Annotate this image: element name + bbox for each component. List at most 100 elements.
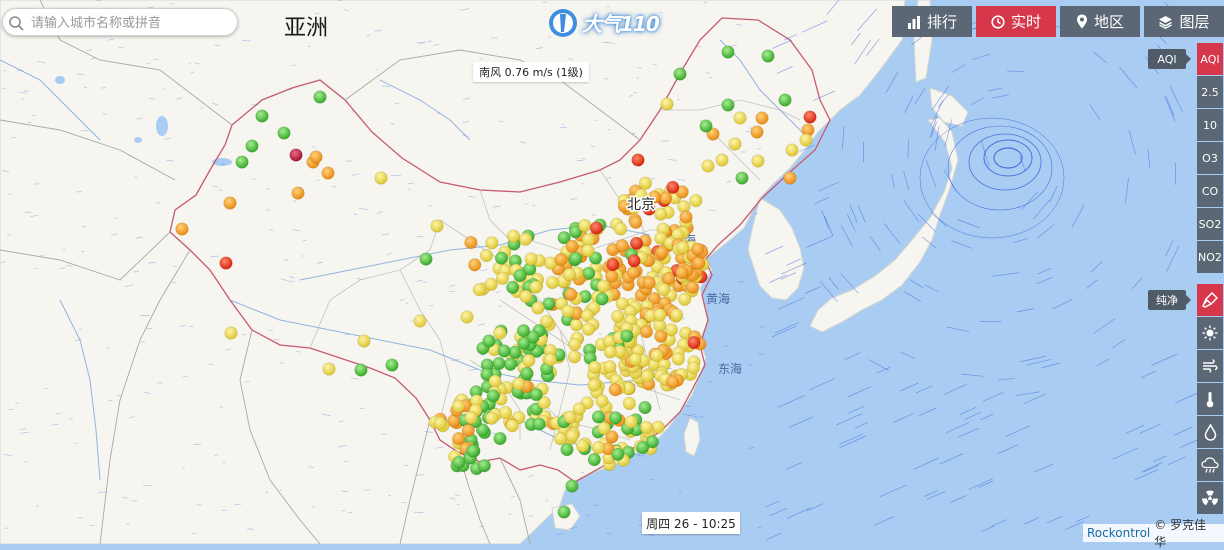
aqi-marker-good [558,506,571,519]
pollutant-pm25-button[interactable]: 2.5 [1197,76,1223,108]
aqi-marker-moderate [480,249,493,262]
aqi-marker-sensitive [751,126,764,139]
aqi-marker-unhealthy [804,111,817,124]
wind-streamline [242,41,251,42]
aqi-marker-moderate [530,281,543,294]
aqi-marker-moderate [473,283,486,296]
aqi-marker-moderate [654,309,667,322]
aqi-marker-good [621,330,634,343]
aqi-marker-good [487,390,500,403]
aqi-marker-good [636,441,649,454]
aqi-marker-sensitive [565,288,578,301]
wind-streamline [266,189,270,190]
aqi-marker-sensitive [176,223,189,236]
aqi-marker-good [533,418,546,431]
aqi-marker-sensitive [756,112,769,125]
aqi-marker-moderate [512,378,525,391]
aqi-marker-sensitive [627,266,640,279]
aqi-marker-moderate [639,177,652,190]
aqi-marker-moderate [625,416,638,429]
pollutant-pm10-button[interactable]: 10 [1197,109,1223,141]
logo-text: 大气110 [582,8,659,37]
layers-icon [1158,15,1173,29]
nav-ranking-label: 排行 [927,11,957,32]
layer-precipitation-button[interactable] [1197,449,1223,481]
layer-temperature-button[interactable] [1197,383,1223,415]
aqi-marker-good [612,448,625,461]
aqi-marker-moderate [582,323,595,336]
aqi-marker-moderate [592,441,605,454]
aqi-marker-moderate [489,375,502,388]
aqi-marker-good [674,68,687,81]
attribution-provider[interactable]: Rockontrol [1087,526,1150,540]
aqi-marker-sensitive [666,376,679,389]
nav-ranking-button[interactable]: 排行 [892,6,972,37]
aqi-marker-good [736,172,749,185]
wind-streamline [24,462,29,463]
time-label[interactable]: 周四 26 - 10:25 [642,512,740,534]
aqi-marker-sensitive [655,330,668,343]
nav-realtime-label: 实时 [1011,11,1041,32]
aqi-marker-good [453,456,466,469]
aqi-marker-good [478,459,491,472]
city-search-box[interactable] [2,8,238,36]
search-icon [7,14,25,32]
layer-pure-button[interactable] [1197,284,1223,316]
aqi-marker-good [722,46,735,59]
search-input[interactable] [29,13,233,33]
bar-chart-icon [907,15,921,29]
aqi-marker-sensitive [606,270,619,283]
nav-layers-button[interactable]: 图层 [1144,6,1224,37]
wind-streamline [280,490,282,491]
pollutant-co-button[interactable]: CO [1197,175,1223,207]
pure-icon [1202,292,1218,308]
aqi-marker-sensitive [680,211,693,224]
aqi-marker-moderate [461,311,474,324]
aqi-marker-moderate [554,432,567,445]
aqi-marker-moderate [375,172,388,185]
aqi-marker-sensitive [686,281,699,294]
nav-region-label: 地区 [1094,11,1124,32]
aqi-marker-good [498,345,511,358]
map-pin-icon [1076,14,1088,29]
aqi-marker-good [246,140,259,153]
aqi-marker-moderate [532,302,545,315]
nav-realtime-button[interactable]: 实时 [976,6,1056,37]
aqi-marker-very-unhealthy [290,149,303,162]
aqi-marker-sensitive [691,243,704,256]
layer-radiation-button[interactable] [1197,482,1223,514]
aqi-marker-good [779,94,792,107]
aqi-marker-sensitive [693,257,706,270]
map-label-beijing: 北京 [627,197,655,213]
layer-wind-button[interactable] [1197,350,1223,382]
pollutant-aqi-button[interactable]: AQI [1197,43,1223,75]
aqi-marker-unhealthy [688,336,701,349]
aqi-marker-moderate [641,370,654,383]
nav-region-button[interactable]: 地区 [1060,6,1140,37]
layer-humidity-button[interactable] [1197,416,1223,448]
aqi-marker-moderate [702,160,715,173]
aqi-marker-moderate [588,361,601,374]
aqi-marker-moderate [506,419,519,432]
layer-sun-button[interactable] [1197,317,1223,349]
aqi-marker-moderate [323,363,336,376]
aqi-marker-moderate [654,208,667,221]
droplet-icon [1204,424,1217,441]
aqi-marker-good [355,364,368,377]
aqi-marker-moderate [486,237,499,250]
aqi-marker-good [639,401,652,414]
aqi-marker-unhealthy [667,181,680,194]
aqi-marker-moderate [523,354,536,367]
aqi-marker-moderate [604,346,617,359]
pollutant-so2-button[interactable]: SO2 [1197,208,1223,240]
aqi-marker-sensitive [676,266,689,279]
aqi-marker-sensitive [630,216,643,229]
aqi-marker-moderate [596,395,609,408]
aqi-marker-moderate [544,353,557,366]
map-canvas[interactable]: 渤海 黄海 东海 北京 [0,0,1224,544]
wind-streamline [3,70,5,71]
pollutant-no2-button[interactable]: NO2 [1197,241,1223,273]
aqi-marker-moderate [507,230,520,243]
aqi-marker-moderate [629,353,642,366]
pollutant-o3-button[interactable]: O3 [1197,142,1223,174]
